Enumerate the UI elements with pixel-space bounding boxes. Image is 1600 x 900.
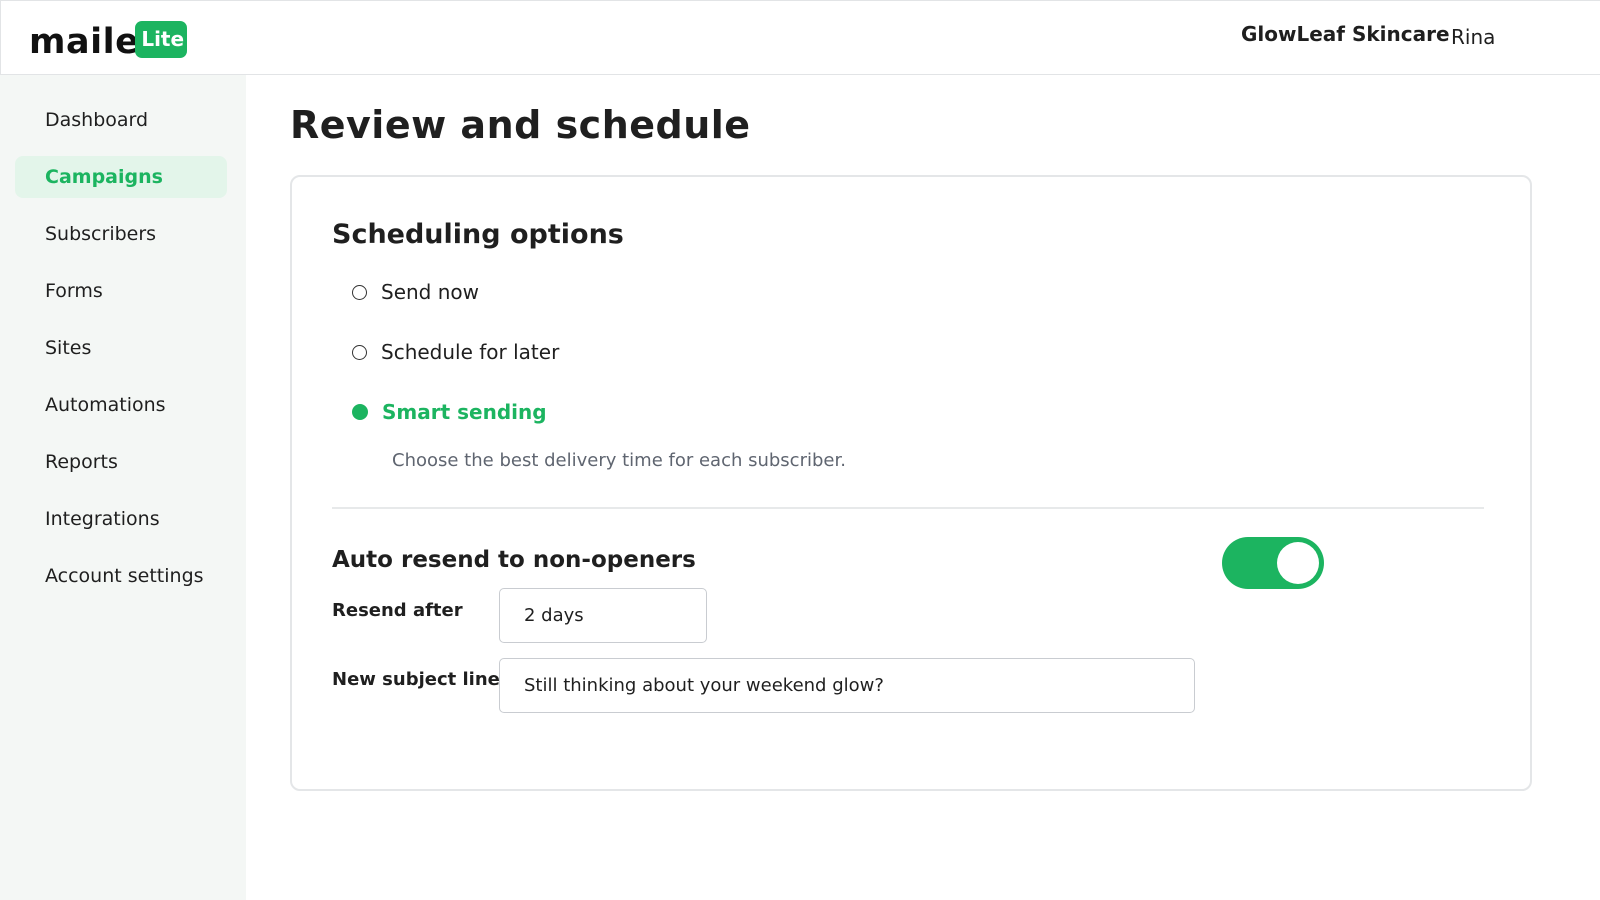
sidebar-item-subscribers[interactable]: Subscribers <box>15 213 227 255</box>
sidebar-item-campaigns[interactable]: Campaigns <box>15 156 227 198</box>
sidebar-item-reports[interactable]: Reports <box>15 441 227 483</box>
smart-sending-help-text: Choose the best delivery time for each s… <box>392 450 846 471</box>
top-bar: maile Lite GlowLeaf Skincare Rina <box>0 0 1600 75</box>
smart-sending-option[interactable]: Smart sending <box>352 397 547 427</box>
toggle-knob <box>1277 542 1319 584</box>
auto-resend-toggle[interactable] <box>1222 537 1324 589</box>
mailerlite-logo[interactable]: maile Lite <box>29 20 188 64</box>
sidebar-item-integrations[interactable]: Integrations <box>15 498 227 540</box>
sidebar-item-forms[interactable]: Forms <box>15 270 227 312</box>
sidebar-nav: Dashboard Campaigns Subscribers Forms Si… <box>0 75 246 900</box>
account-name[interactable]: GlowLeaf Skincare <box>1241 22 1450 46</box>
scheduling-card: Scheduling options Send now Schedule for… <box>290 175 1532 791</box>
send-now-radio[interactable] <box>352 284 367 300</box>
logo-wordmark: maile <box>29 22 140 62</box>
app-root: maile Lite GlowLeaf Skincare Rina Dashbo… <box>0 0 1600 900</box>
auto-resend-title: Auto resend to non-openers <box>332 547 696 573</box>
send-now-option[interactable]: Send now <box>352 277 479 307</box>
schedule-later-radio[interactable] <box>352 344 367 360</box>
new-subject-line-input[interactable] <box>499 658 1195 713</box>
new-subject-line-label: New subject line <box>332 669 500 690</box>
schedule-later-label: Schedule for later <box>381 340 560 364</box>
smart-sending-radio[interactable] <box>352 404 368 420</box>
scheduling-options-title: Scheduling options <box>332 219 624 250</box>
send-now-label: Send now <box>381 280 479 304</box>
resend-after-input[interactable] <box>499 588 707 643</box>
sidebar-item-sites[interactable]: Sites <box>15 327 227 369</box>
sidebar-item-account-settings[interactable]: Account settings <box>15 555 227 597</box>
schedule-later-option[interactable]: Schedule for later <box>352 337 559 367</box>
sidebar-item-automations[interactable]: Automations <box>15 384 227 426</box>
logo-lite-badge: Lite <box>135 21 188 58</box>
section-divider <box>332 507 1484 509</box>
page-title: Review and schedule <box>290 103 751 147</box>
sidebar-item-dashboard[interactable]: Dashboard <box>15 99 227 141</box>
smart-sending-label: Smart sending <box>382 400 547 424</box>
user-name[interactable]: Rina <box>1451 25 1495 49</box>
resend-after-label: Resend after <box>332 600 463 621</box>
